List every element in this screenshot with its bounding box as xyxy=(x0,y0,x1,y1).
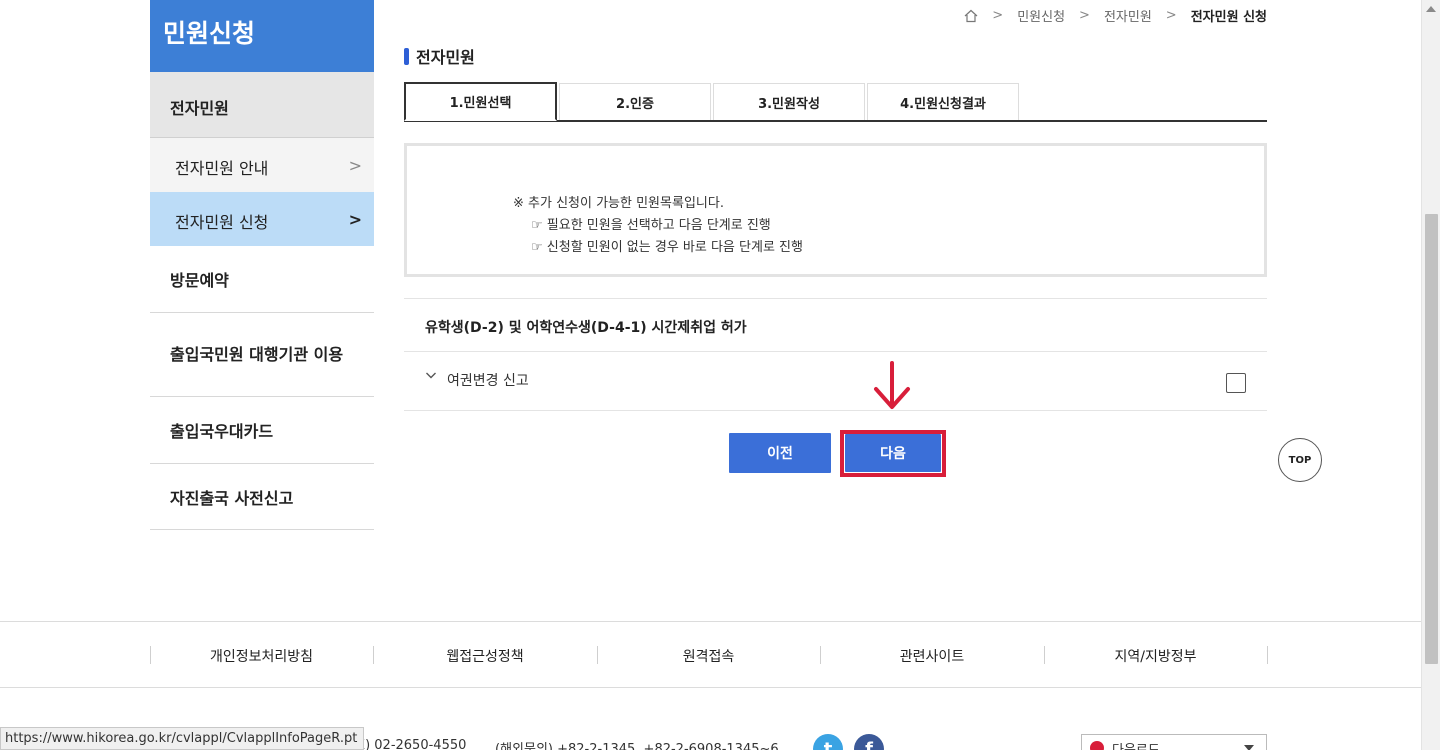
chevron-down-icon[interactable] xyxy=(425,369,437,385)
notice-line: ☞ 신청할 민원이 없는 경우 바로 다음 단계로 진행 xyxy=(531,240,803,255)
footer-separator xyxy=(1267,646,1268,664)
scroll-top-button[interactable]: TOP xyxy=(1278,438,1322,482)
footer-link-related-sites[interactable]: 관련사이트 xyxy=(820,622,1044,689)
breadcrumb-separator: > xyxy=(1165,8,1177,23)
footer-links: 개인정보처리방침 웹접근성정책 원격접속 관련사이트 지역/지방정부 xyxy=(0,621,1421,688)
footer-link-accessibility[interactable]: 웹접근성정책 xyxy=(373,622,597,689)
sidebar-item-label: 자진출국 사전신고 xyxy=(170,488,294,508)
red-arrow-annotation-icon xyxy=(870,361,914,415)
petition-checkbox[interactable] xyxy=(1226,373,1246,393)
step-tabs: 1.민원선택 2.인증 3.민원작성 4.민원신청결과 xyxy=(404,82,1267,122)
vertical-scrollbar[interactable] xyxy=(1421,0,1440,750)
scrollbar-thumb[interactable] xyxy=(1425,214,1438,664)
footer-link-privacy[interactable]: 개인정보처리방침 xyxy=(150,622,373,689)
breadcrumb-item[interactable]: 민원신청 xyxy=(1017,6,1065,25)
sidebar-item-label: 출입국민원 대행기관 이용 xyxy=(170,344,344,364)
footer-link-local-government[interactable]: 지역/지방정부 xyxy=(1044,622,1267,689)
caret-down-icon xyxy=(1244,745,1254,750)
sidebar-item-voluntary-departure[interactable]: 자진출국 사전신고 xyxy=(150,464,374,530)
download-icon xyxy=(1090,741,1104,750)
breadcrumb-item[interactable]: 전자민원 xyxy=(1104,6,1152,25)
sidebar-item-label: 전자민원 신청 xyxy=(175,213,269,232)
notice-box: ※ 추가 신청이 가능한 민원목록입니다. ☞ 필요한 민원을 선택하고 다음 … xyxy=(404,143,1267,277)
footer-link-remote-access[interactable]: 원격접속 xyxy=(597,622,820,689)
sidebar: 민원신청 전자민원 전자민원 안내 > 전자민원 신청 > 방문예약 출입국민원… xyxy=(150,0,374,530)
tab-write-petition[interactable]: 3.민원작성 xyxy=(713,83,865,120)
sidebar-item-petition-apply[interactable]: 전자민원 신청 > xyxy=(150,192,374,246)
status-bar-url: https://www.hikorea.go.kr/cvlappl/Cvlapp… xyxy=(0,727,365,750)
chevron-right-icon: > xyxy=(348,156,362,175)
breadcrumb-current: 전자민원 신청 xyxy=(1190,10,1267,25)
sidebar-item-petition-guide[interactable]: 전자민원 안내 > xyxy=(150,138,374,192)
footer-overseas-contact: (해외문의) +82-2-1345, +82-2-6908-1345~6 xyxy=(495,742,779,750)
tab-petition-result[interactable]: 4.민원신청결과 xyxy=(867,83,1019,120)
scroll-up-icon[interactable] xyxy=(1426,6,1436,12)
title-marker xyxy=(404,47,409,65)
prev-button[interactable]: 이전 xyxy=(729,433,831,473)
sidebar-category-electronic-petition[interactable]: 전자민원 xyxy=(150,72,374,138)
tab-authentication[interactable]: 2.인증 xyxy=(559,83,711,120)
sidebar-title: 민원신청 xyxy=(150,0,374,72)
sidebar-item-agency-use[interactable]: 출입국민원 대행기관 이용 xyxy=(150,313,374,397)
tab-select-petition[interactable]: 1.민원선택 xyxy=(404,82,557,121)
breadcrumb: > 민원신청 > 전자민원 > 전자민원 신청 xyxy=(964,6,1267,25)
sidebar-item-visit-reservation[interactable]: 방문예약 xyxy=(150,246,374,313)
notice-line: ☞ 필요한 민원을 선택하고 다음 단계로 진행 xyxy=(531,218,771,233)
divider xyxy=(404,298,1267,299)
petition-item-label[interactable]: 여권변경 신고 xyxy=(447,370,529,390)
page-title-text: 전자민원 xyxy=(416,48,475,67)
petition-list-item: 여권변경 신고 xyxy=(404,352,1267,410)
home-icon[interactable] xyxy=(964,9,978,23)
divider xyxy=(404,410,1267,411)
breadcrumb-separator: > xyxy=(992,8,1004,23)
sidebar-item-label: 방문예약 xyxy=(170,271,229,290)
sidebar-item-priority-card[interactable]: 출입국우대카드 xyxy=(150,397,374,464)
petition-category-title: 유학생(D-2) 및 어학연수생(D-4-1) 시간제취업 허가 xyxy=(425,320,747,336)
download-label: 다운로드 xyxy=(1112,739,1160,750)
sidebar-item-label: 출입국우대카드 xyxy=(170,422,274,441)
highlight-box-annotation xyxy=(840,430,946,477)
page-title: 전자민원 xyxy=(404,44,475,68)
breadcrumb-separator: > xyxy=(1079,8,1090,23)
chevron-right-icon: > xyxy=(348,210,362,229)
notice-line: ※ 추가 신청이 가능한 민원목록입니다. xyxy=(513,196,724,211)
download-select[interactable]: 다운로드 xyxy=(1081,734,1267,750)
sidebar-item-label: 전자민원 안내 xyxy=(175,159,269,178)
